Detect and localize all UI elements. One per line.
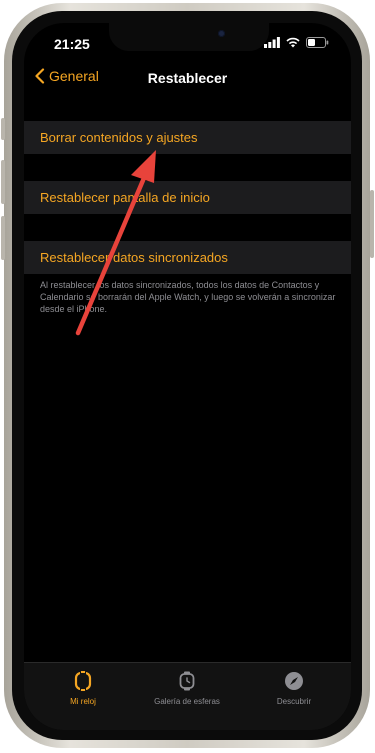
watch-icon (74, 671, 92, 691)
tab-label: Galería de esferas (154, 697, 220, 706)
navigation-bar: General Restablecer (24, 67, 351, 103)
reset-footnote: Al restablecer los datos sincronizados, … (40, 280, 336, 314)
tab-my-watch[interactable]: Mi reloj (28, 671, 138, 706)
battery-icon (306, 37, 329, 48)
compass-icon (285, 672, 303, 690)
watch-face-icon (179, 671, 195, 691)
status-icons (264, 37, 329, 48)
reset-synced-data-button[interactable]: Restablecer datos sincronizados (24, 241, 351, 274)
signal-icon (264, 37, 280, 48)
tab-label: Mi reloj (70, 697, 96, 706)
cell-label: Restablecer datos sincronizados (40, 250, 228, 265)
power-button (370, 190, 374, 258)
screen: 21:25 General Restablecer Borrar conteni… (24, 23, 351, 730)
reset-home-screen-button[interactable]: Restablecer pantalla de inicio (24, 181, 351, 214)
status-time: 21:25 (54, 36, 90, 52)
notch (109, 23, 269, 51)
tab-discover[interactable]: Descubrir (239, 671, 349, 706)
silent-switch (1, 118, 5, 140)
volume-down-button (1, 216, 5, 260)
tab-face-gallery[interactable]: Galería de esferas (132, 671, 242, 706)
cell-label: Restablecer pantalla de inicio (40, 190, 210, 205)
volume-up-button (1, 160, 5, 204)
erase-content-and-settings-button[interactable]: Borrar contenidos y ajustes (24, 121, 351, 154)
cell-label: Borrar contenidos y ajustes (40, 130, 198, 145)
front-camera (218, 30, 225, 37)
tab-label: Descubrir (276, 697, 312, 706)
page-title: Restablecer (147, 70, 228, 86)
wifi-icon (286, 37, 300, 48)
tab-bar: Mi reloj Galería de esferas Descubrir (24, 662, 351, 730)
